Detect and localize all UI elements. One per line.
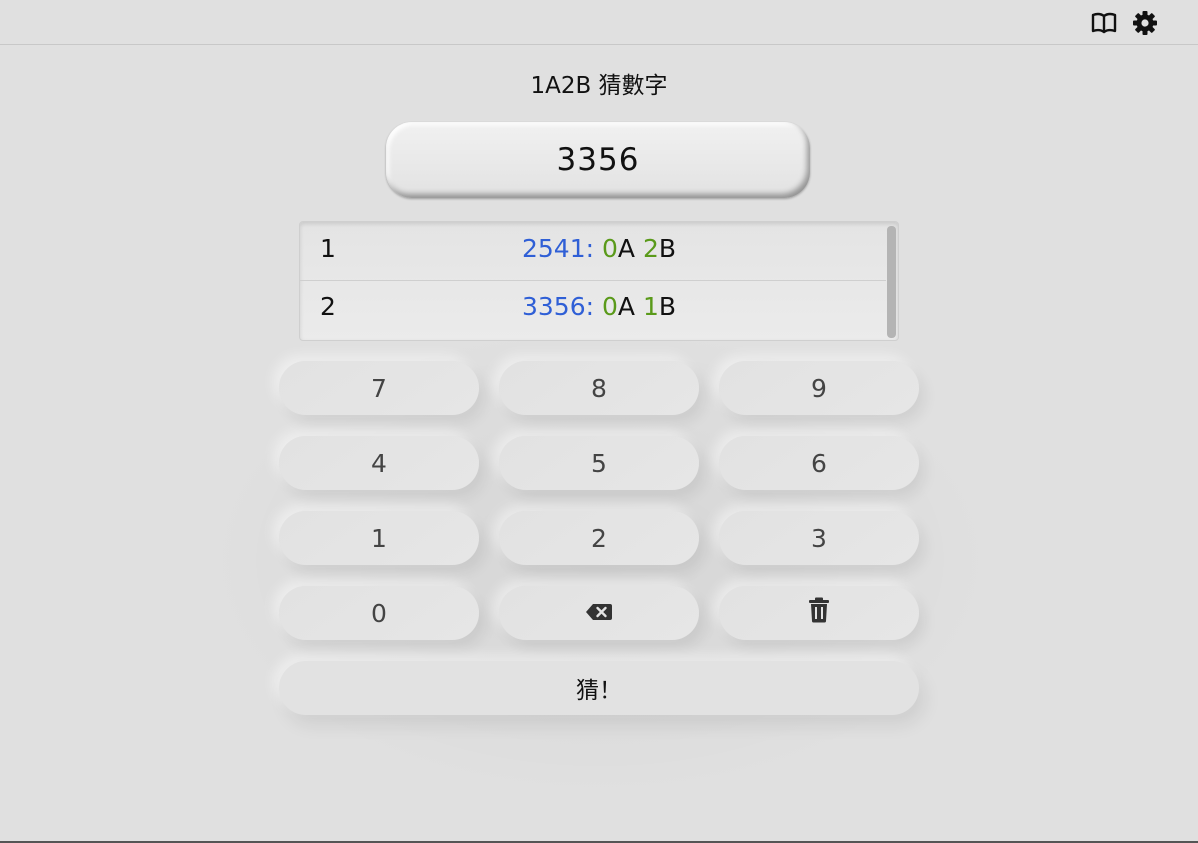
key-1[interactable]: 1: [279, 511, 479, 565]
a-count: 0: [602, 234, 618, 263]
book-icon[interactable]: [1090, 9, 1118, 37]
history-scrollbar[interactable]: [887, 226, 896, 338]
key-4[interactable]: 4: [279, 436, 479, 490]
backspace-icon: [585, 599, 613, 628]
app-window: 1A2B 猜數字 3356 1 2541: 0A 2B 2 3356: 0A 1…: [0, 0, 1198, 843]
history-index: 2: [320, 292, 336, 321]
a-label: A: [617, 234, 636, 263]
key-8[interactable]: 8: [499, 361, 699, 415]
backspace-button[interactable]: [499, 586, 699, 640]
b-label: B: [658, 292, 677, 321]
key-3[interactable]: 3: [719, 511, 919, 565]
history-result: 3356: 0A 1B: [522, 292, 676, 321]
top-bar: [0, 0, 1198, 45]
history-guess: 2541:: [522, 234, 595, 263]
key-7[interactable]: 7: [279, 361, 479, 415]
guess-display-value: 3356: [556, 142, 640, 178]
key-6[interactable]: 6: [719, 436, 919, 490]
history-index: 1: [320, 234, 336, 263]
a-label: A: [617, 292, 636, 321]
history-result: 2541: 0A 2B: [522, 234, 676, 263]
key-5[interactable]: 5: [499, 436, 699, 490]
b-label: B: [658, 234, 677, 263]
b-count: 2: [642, 234, 659, 263]
history-row: 2 3356: 0A 1B: [300, 280, 886, 338]
clear-button[interactable]: [719, 586, 919, 640]
key-2[interactable]: 2: [499, 511, 699, 565]
history-row: 1 2541: 0A 2B: [300, 222, 886, 281]
history-list[interactable]: 1 2541: 0A 2B 2 3356: 0A 1B: [299, 221, 899, 341]
a-count: 0: [602, 292, 618, 321]
page-title: 1A2B 猜數字: [530, 73, 668, 99]
key-0[interactable]: 0: [279, 586, 479, 640]
guess-display: 3356: [386, 122, 810, 198]
key-9[interactable]: 9: [719, 361, 919, 415]
b-count: 1: [642, 292, 659, 321]
gear-icon[interactable]: [1131, 9, 1159, 37]
trash-icon: [808, 597, 830, 629]
guess-button[interactable]: 猜！: [279, 661, 919, 715]
history-guess: 3356:: [522, 292, 595, 321]
